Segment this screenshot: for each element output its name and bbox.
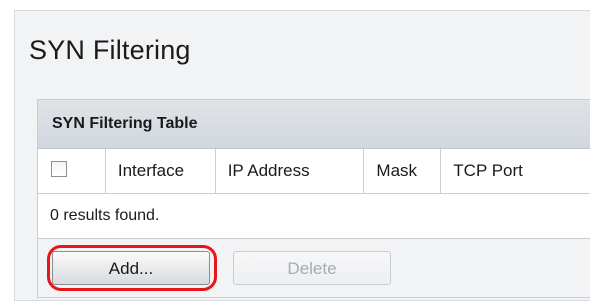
column-header-mask[interactable]: Mask [364, 149, 442, 193]
results-status: 0 results found. [38, 194, 590, 239]
column-header-ip-address[interactable]: IP Address [216, 149, 365, 193]
column-header-interface[interactable]: Interface [106, 149, 216, 193]
column-header-tcp-port[interactable]: TCP Port [441, 149, 590, 193]
table-caption: SYN Filtering Table [38, 100, 590, 149]
select-all-checkbox[interactable] [51, 161, 67, 177]
table-actions: Add... Delete [38, 239, 590, 297]
table-header-row: Interface IP Address Mask TCP Port [38, 149, 590, 194]
add-button[interactable]: Add... [52, 251, 210, 285]
page-title: SYN Filtering [29, 35, 191, 65]
content-panel: SYN Filtering SYN Filtering Table Interf… [14, 10, 590, 301]
delete-button[interactable]: Delete [233, 251, 391, 285]
select-all-cell [38, 149, 106, 193]
syn-filtering-table: SYN Filtering Table Interface IP Address… [37, 99, 590, 298]
